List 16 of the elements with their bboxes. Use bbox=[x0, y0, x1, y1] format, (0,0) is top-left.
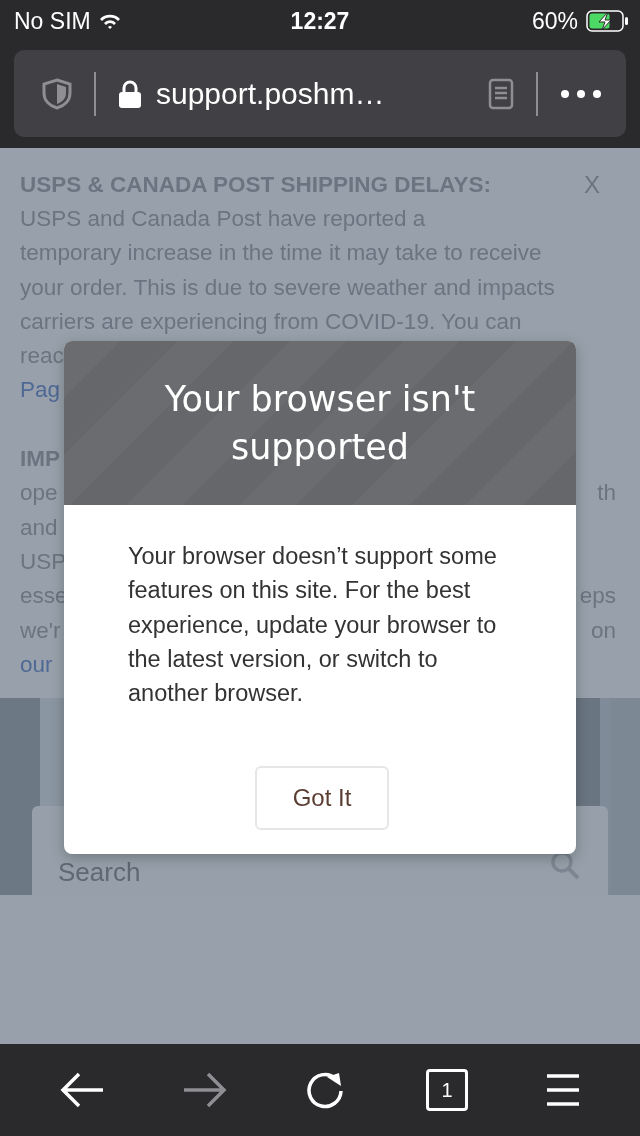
dialog-message: Your browser doesn’t support some features on this site. For the best experience, update your browser to the latest version, or switch to another browser. bbox=[128, 542, 498, 709]
battery-percent: 60% bbox=[531, 7, 578, 35]
reader-mode-icon[interactable] bbox=[488, 77, 514, 110]
clock-time: 12:27 bbox=[290, 7, 350, 35]
wifi-icon bbox=[98, 13, 121, 29]
more-icon[interactable] bbox=[560, 88, 602, 99]
back-arrow-icon[interactable] bbox=[58, 1072, 105, 1108]
got-it-button[interactable]: Got It bbox=[255, 766, 389, 831]
dialog-title: Your browser isn't supported bbox=[163, 378, 477, 469]
tabs-button[interactable]: 1 bbox=[426, 1069, 469, 1111]
address-bar[interactable]: support.poshm… bbox=[14, 50, 626, 137]
carrier-label: No SIM bbox=[14, 7, 91, 35]
lock-icon bbox=[118, 78, 142, 109]
menu-icon[interactable] bbox=[545, 1072, 582, 1108]
url-text[interactable]: support.poshm… bbox=[156, 76, 488, 111]
shield-icon[interactable] bbox=[42, 77, 72, 110]
